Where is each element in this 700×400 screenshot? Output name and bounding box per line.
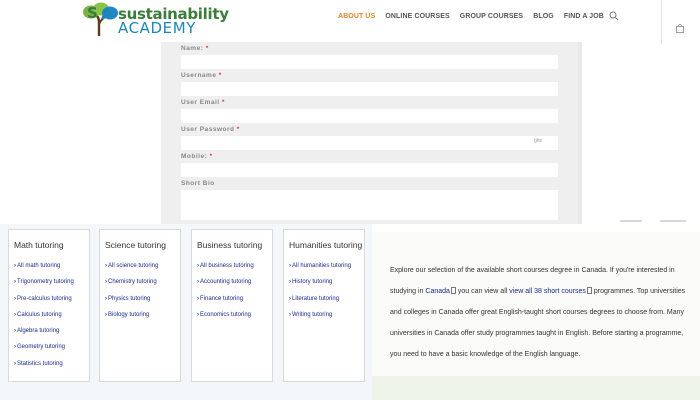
tutoring-link[interactable]: ›Statistics tutoring — [14, 361, 74, 377]
nav-blog[interactable]: BLOG — [533, 12, 554, 22]
svg-text:A: A — [101, 5, 113, 23]
chevron-right-icon: › — [105, 311, 107, 318]
svg-text:S: S — [87, 4, 98, 22]
logo-text-secondary: ACADEMY — [118, 19, 197, 37]
tutoring-link[interactable]: ›All business tutoring — [197, 263, 254, 279]
chevron-right-icon: › — [197, 279, 199, 286]
registration-form: Name: * Username * User Email * User Pas… — [161, 42, 578, 224]
tutoring-link[interactable]: ›Accounting tutoring — [197, 279, 254, 295]
tutoring-link[interactable]: ›Economics tutoring — [197, 312, 254, 328]
tutoring-link[interactable]: ›Calculus tutoring — [14, 312, 74, 328]
tutoring-link-list: ›All science tutoring ›Chemistry tutorin… — [105, 263, 158, 328]
tutoring-link-list: ›All humanities tutoring ›History tutori… — [289, 263, 351, 328]
form-bottom-lines — [620, 220, 688, 223]
user-password-label: User Password * — [181, 126, 240, 133]
shopping-bag-icon[interactable] — [676, 24, 684, 33]
chevron-right-icon: › — [289, 263, 291, 269]
user-email-label: User Email * — [181, 99, 225, 106]
chevron-right-icon: › — [197, 311, 199, 318]
tutoring-link[interactable]: ›Writing tutoring — [289, 312, 351, 328]
chevron-right-icon: › — [14, 360, 16, 367]
tutoring-link[interactable]: ›Pre-calculus tutoring — [14, 296, 74, 312]
nav-about-us[interactable]: ABOUT US — [338, 12, 375, 22]
card-title: Science tutoring — [105, 240, 166, 250]
short-courses-promo: Explore our selection of the available s… — [372, 232, 700, 376]
tutoring-link-list: ›All math tutoring ›Trigonometry tutorin… — [14, 263, 74, 377]
chevron-right-icon: › — [289, 311, 291, 318]
logo-mark-icon: S A — [83, 2, 118, 36]
tutoring-link[interactable]: ›Trigonometry tutoring — [14, 279, 74, 295]
password-field[interactable] — [181, 136, 558, 150]
tutoring-link[interactable]: ›Algebra tutoring — [14, 328, 74, 344]
canada-link[interactable]: Canada — [425, 288, 450, 295]
name-field[interactable] — [181, 55, 558, 69]
tutoring-link[interactable]: ›All science tutoring — [105, 263, 158, 279]
tutoring-link[interactable]: ›Finance tutoring — [197, 296, 254, 312]
site-header: S A sustainability ACADEMY ABOUT US ONLI… — [0, 0, 700, 44]
chevron-right-icon: › — [105, 263, 107, 269]
password-visibility-toggle[interactable]: ghs — [534, 138, 542, 144]
tutoring-link[interactable]: ›Physics tutoring — [105, 296, 158, 312]
chevron-right-icon: › — [14, 311, 16, 318]
chevron-right-icon: › — [105, 279, 107, 286]
view-all-courses-link[interactable]: view all 38 short courses — [509, 288, 586, 295]
tutoring-link-list: ›All business tutoring ›Accounting tutor… — [197, 263, 254, 328]
email-field[interactable] — [181, 109, 558, 123]
chevron-right-icon: › — [105, 295, 107, 302]
tutoring-link[interactable]: ›Biology tutoring — [105, 312, 158, 328]
chevron-right-icon: › — [289, 279, 291, 286]
science-tutoring-card: Science tutoring ›All science tutoring ›… — [99, 229, 181, 382]
business-tutoring-card: Business tutoring ›All business tutoring… — [191, 229, 273, 382]
tutoring-link[interactable]: ›Literature tutoring — [289, 296, 351, 312]
short-bio-textarea[interactable] — [181, 190, 558, 220]
chevron-right-icon: › — [14, 295, 16, 302]
tutoring-link[interactable]: ›All math tutoring — [14, 263, 74, 279]
chevron-right-icon: › — [14, 263, 16, 269]
tutoring-link[interactable]: ›Geometry tutoring — [14, 344, 74, 360]
math-tutoring-card: Math tutoring ›All math tutoring ›Trigon… — [8, 229, 90, 382]
nav-group-courses[interactable]: GROUP COURSES — [460, 12, 523, 22]
card-title: Math tutoring — [14, 240, 64, 250]
short-bio-label: Short Bio — [181, 180, 215, 187]
promo-footer-band — [372, 376, 700, 400]
humanities-tutoring-card: Humanities tutoring ›All humanities tuto… — [283, 229, 365, 382]
card-title: Humanities tutoring — [289, 240, 363, 250]
card-title: Business tutoring — [197, 240, 263, 250]
main-nav: ABOUT US ONLINE COURSES GROUP COURSES BL… — [338, 12, 614, 22]
tutoring-link[interactable]: ›All humanities tutoring — [289, 263, 351, 279]
username-label: Username * — [181, 72, 222, 79]
chevron-right-icon: › — [197, 263, 199, 269]
tutoring-link[interactable]: ›Chemistry tutoring — [105, 279, 158, 295]
chevron-right-icon: › — [197, 295, 199, 302]
chevron-right-icon: › — [14, 328, 16, 335]
tutoring-link[interactable]: ›History tutoring — [289, 279, 351, 295]
nav-find-a-job[interactable]: FIND A JOB — [564, 12, 604, 22]
username-field[interactable] — [181, 82, 558, 96]
name-label: Name: * — [181, 45, 209, 52]
site-logo[interactable]: S A sustainability ACADEMY — [82, 2, 232, 40]
chevron-right-icon: › — [14, 344, 16, 351]
chevron-right-icon: › — [14, 279, 16, 286]
chevron-right-icon: › — [289, 295, 291, 302]
nav-online-courses[interactable]: ONLINE COURSES — [385, 12, 449, 22]
form-side-strip — [578, 42, 582, 224]
search-icon[interactable] — [609, 11, 619, 21]
header-divider — [661, 0, 662, 44]
promo-text: Explore our selection of the available s… — [390, 267, 686, 358]
mobile-label: Mobile: * — [181, 153, 213, 160]
mobile-field[interactable] — [181, 163, 558, 177]
